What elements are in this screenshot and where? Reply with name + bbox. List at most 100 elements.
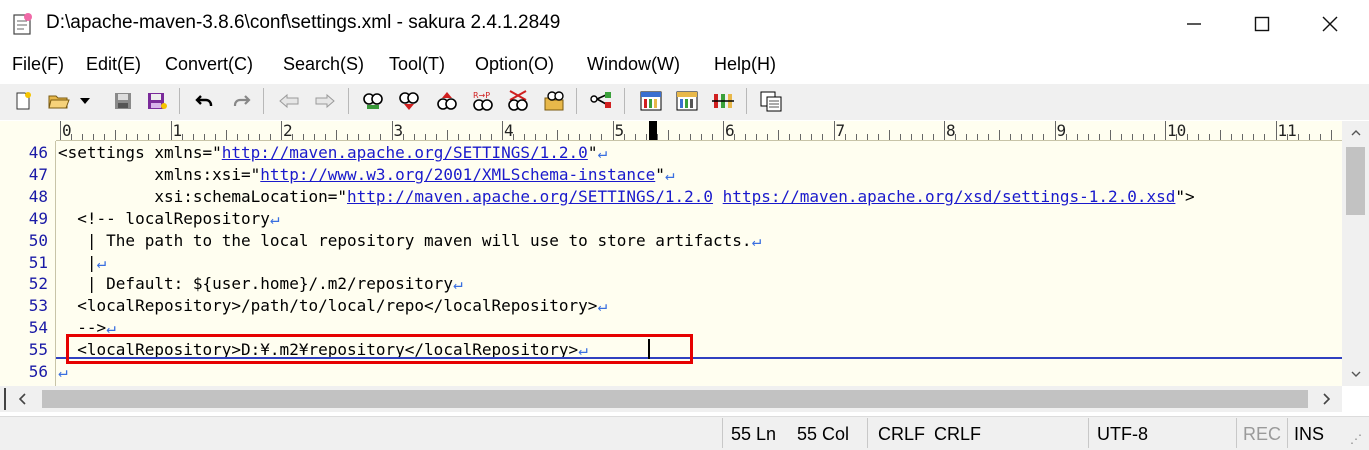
scroll-right-button[interactable]: [1314, 386, 1338, 412]
window-title: D:\apache-maven-3.8.6\conf\settings.xml …: [46, 12, 561, 33]
code-line[interactable]: <settings xmlns="http://maven.apache.org…: [58, 142, 607, 164]
ruler-tick: [1076, 134, 1078, 140]
ruler-tick: [888, 130, 890, 140]
search-next-button[interactable]: [396, 88, 422, 114]
clear-search-button[interactable]: [505, 88, 531, 114]
url-link[interactable]: https://maven.apache.org/xsd/settings-1.…: [723, 187, 1176, 206]
menu-tool[interactable]: Tool(T): [389, 50, 445, 78]
open-dropdown-button[interactable]: [76, 88, 94, 114]
code-text-span: xsi:schemaLocation=": [58, 186, 347, 206]
dropdown-arrow-icon: [80, 98, 90, 104]
code-text-span: | The path to the local repository maven…: [58, 230, 752, 250]
status-divider: [1088, 418, 1089, 448]
search-prev-button[interactable]: [434, 88, 460, 114]
code-line[interactable]: xsi:schemaLocation="http://maven.apache.…: [58, 186, 1194, 208]
ruler-number: 9: [1056, 121, 1067, 140]
line-number: 49: [28, 208, 48, 228]
horizontal-scroll-thumb[interactable]: [42, 390, 1308, 408]
resize-grip[interactable]: ⋰: [1350, 432, 1362, 446]
code-text-span: <settings xmlns=": [58, 143, 222, 162]
ruler-tick: [1275, 121, 1277, 140]
url-link[interactable]: http://www.w3.org/2001/XMLSchema-instanc…: [260, 165, 655, 184]
save-button[interactable]: [110, 88, 136, 114]
status-encoding[interactable]: UTF-8: [1097, 424, 1148, 445]
save-all-button[interactable]: [144, 88, 170, 114]
toolbar-separator: [576, 88, 577, 114]
column-ruler: 0 1 2 3 4 5 6 7 8 9 10 11: [56, 121, 1342, 141]
code-line[interactable]: |↵: [58, 252, 106, 274]
code-line[interactable]: | Default: ${user.home}/.m2/repository↵: [58, 273, 463, 295]
scroll-down-button[interactable]: [1342, 362, 1369, 386]
ruler-tick: [269, 134, 271, 140]
menu-window[interactable]: Window(W): [587, 50, 680, 78]
search-button[interactable]: [360, 88, 386, 114]
ruler-tick: [380, 134, 382, 140]
grep-button[interactable]: [541, 88, 567, 114]
window-list-button[interactable]: [758, 88, 784, 114]
replace-button[interactable]: R→P: [470, 88, 496, 114]
url-link[interactable]: http://maven.apache.org/SETTINGS/1.2.0: [347, 187, 713, 206]
settings-common-button[interactable]: [638, 88, 664, 114]
settings-common-icon: [640, 91, 662, 111]
open-file-button[interactable]: [46, 88, 72, 114]
maximize-button[interactable]: [1228, 0, 1296, 48]
jump-back-button[interactable]: [276, 88, 302, 114]
ruler-tick: [1043, 134, 1045, 140]
ruler-tick: [479, 134, 481, 140]
url-link[interactable]: http://maven.apache.org/SETTINGS/1.2.0: [222, 143, 588, 162]
ruler-tick: [1120, 134, 1122, 140]
ruler-tick: [811, 134, 813, 140]
ruler-tick: [899, 134, 901, 140]
menu-file[interactable]: File(F): [12, 50, 64, 78]
ruler-tick: [424, 134, 426, 140]
ruler-tick: [203, 134, 205, 140]
ruler-number: 5: [614, 121, 625, 140]
ruler-tick: [778, 130, 780, 140]
menu-help[interactable]: Help(H): [714, 50, 776, 78]
ruler-tick: [645, 134, 647, 140]
ruler-tick: [93, 134, 95, 140]
status-insert-mode[interactable]: INS: [1294, 424, 1324, 445]
minimize-icon: [1187, 23, 1201, 25]
code-line[interactable]: xmlns:xsi="http://www.w3.org/2001/XMLSch…: [58, 164, 674, 186]
ruler-tick: [281, 121, 282, 140]
menu-search[interactable]: Search(S): [283, 50, 364, 78]
code-line[interactable]: <!-- localRepository↵: [58, 208, 279, 230]
menu-edit[interactable]: Edit(E): [86, 50, 141, 78]
jump-forward-button[interactable]: [312, 88, 338, 114]
scroll-left-button[interactable]: [10, 386, 34, 412]
new-file-button[interactable]: [10, 88, 36, 114]
ruler-tick: [490, 134, 492, 140]
ruler-tick: [932, 134, 934, 140]
ruler-tick: [656, 134, 658, 140]
settings-font-button[interactable]: [710, 88, 736, 114]
redo-button[interactable]: [228, 88, 254, 114]
split-handle[interactable]: [4, 388, 6, 410]
code-line[interactable]: <localRepository>/path/to/local/repo</lo…: [58, 295, 607, 317]
code-line[interactable]: | The path to the local repository maven…: [58, 230, 761, 252]
code-line[interactable]: ↵: [58, 361, 68, 383]
settings-type-icon: [676, 91, 698, 111]
menu-option[interactable]: Option(O): [475, 50, 554, 78]
ruler-tick: [612, 121, 614, 140]
chevron-right-icon: [1322, 393, 1330, 405]
status-eol-input[interactable]: CRLF: [934, 424, 981, 445]
search-icon: [363, 93, 383, 109]
settings-type-button[interactable]: [674, 88, 700, 114]
tag-jump-button[interactable]: [588, 88, 614, 114]
ruler-tick: [115, 130, 117, 140]
status-divider: [1287, 418, 1288, 448]
status-eol[interactable]: CRLF: [878, 424, 925, 445]
line-number: 50: [28, 230, 48, 250]
ruler-tick: [800, 134, 802, 140]
menu-convert[interactable]: Convert(C): [165, 50, 253, 78]
minimize-button[interactable]: [1160, 0, 1228, 48]
vertical-scroll-thumb[interactable]: [1346, 147, 1365, 215]
scroll-up-button[interactable]: [1342, 121, 1369, 145]
ruler-number: 10: [1167, 121, 1187, 140]
ruler-tick: [170, 121, 172, 140]
close-button[interactable]: [1296, 0, 1364, 48]
undo-button[interactable]: [192, 88, 218, 114]
newline-mark: ↵: [597, 143, 608, 162]
ruler-tick: [1297, 134, 1299, 140]
